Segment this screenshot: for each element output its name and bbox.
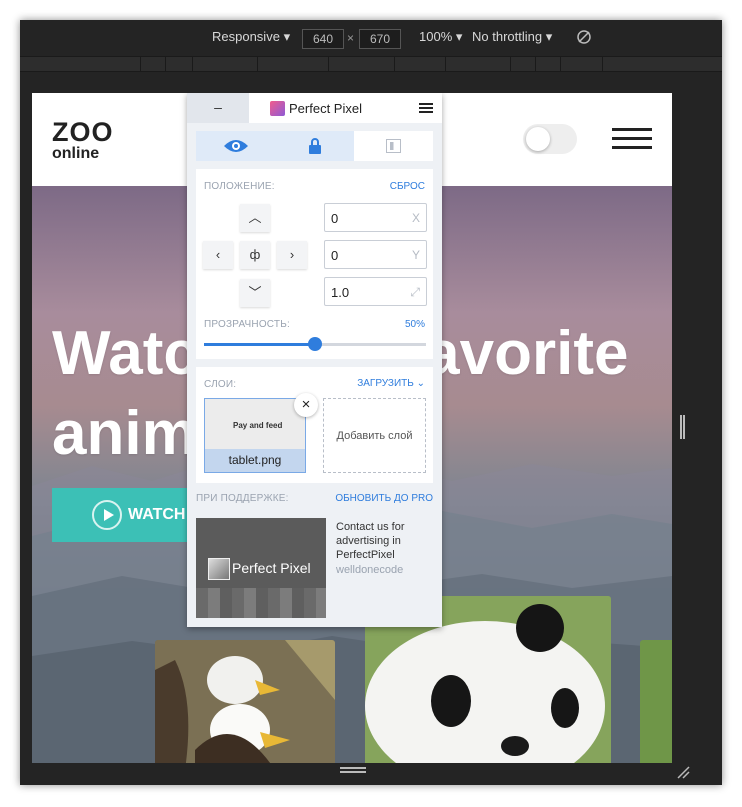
toggle-knob <box>526 127 550 151</box>
dropdown-icon: ▾ <box>283 29 291 44</box>
pp-header: – Perfect Pixel <box>187 93 442 123</box>
center-button[interactable]: ф <box>240 241 270 269</box>
hamburger-menu-icon[interactable] <box>612 128 652 150</box>
width-input[interactable]: 640 <box>302 29 344 49</box>
zoom-label: 100% <box>419 29 453 44</box>
layer-item[interactable]: Pay and feed tablet.png <box>204 398 306 473</box>
position-section: ПОЛОЖЕНИЕ: СБРОС ︿ ‹ ф › ﹀ 0 X 0 Y 1.0 ⤢ <box>196 169 433 359</box>
layer-thumbnail: Pay and feed <box>205 399 305 449</box>
theme-toggle[interactable] <box>523 124 577 154</box>
height-input[interactable]: 670 <box>359 29 401 49</box>
opacity-value: 50% <box>404 319 425 330</box>
x-offset-input[interactable]: 0 X <box>324 203 427 232</box>
lock-tab[interactable] <box>275 131 354 161</box>
y-suffix: Y <box>411 248 420 262</box>
viewport-resize-handle-bottom[interactable] <box>340 767 366 773</box>
layer-thumb-title: Pay and feed <box>233 421 283 430</box>
watch-label: WATCH <box>128 506 186 523</box>
chevron-down-icon: ﹀ <box>248 285 262 300</box>
resize-icon: ⤢ <box>410 285 420 299</box>
center-symbol: ф <box>249 247 261 262</box>
play-icon <box>92 500 122 530</box>
resize-corner-icon[interactable] <box>676 765 690 779</box>
add-layer-button[interactable]: Добавить слой <box>323 398 426 473</box>
layers-label: СЛОИ: <box>204 379 237 390</box>
throttle-select[interactable]: No throttling ▾ <box>472 29 552 45</box>
eagle-card[interactable] <box>155 640 335 763</box>
sponsor-ad-image[interactable]: Perfect Pixel <box>196 518 326 618</box>
chevron-left-icon: ‹ <box>215 247 221 262</box>
move-up-button[interactable]: ︿ <box>240 204 270 232</box>
page-viewport: ZOO online Watch your favorite animals W… <box>32 93 672 763</box>
invert-tab[interactable] <box>354 131 433 161</box>
opacity-slider-fill <box>204 343 315 346</box>
logo-online: online <box>52 145 100 162</box>
menu-icon[interactable] <box>419 103 433 114</box>
position-label: ПОЛОЖЕНИЕ: <box>204 181 275 192</box>
lock-icon <box>309 138 321 154</box>
sponsor-section: ПРИ ПОДДЕРЖКЕ: ОБНОВИТЬ ДО PRO Perfect P… <box>196 493 433 618</box>
times-sign: × <box>347 31 355 45</box>
eye-icon <box>224 140 248 152</box>
throttle-label: No throttling <box>472 29 543 44</box>
ad-title: Perfect Pixel <box>232 560 311 576</box>
y-value: 0 <box>331 248 339 263</box>
dropdown-icon: ▾ <box>545 29 553 44</box>
viewport-resize-handle-right[interactable] <box>680 415 685 439</box>
layer-name: tablet.png <box>205 449 305 472</box>
side-card[interactable] <box>640 640 672 763</box>
upgrade-link[interactable]: ОБНОВИТЬ ДО PRO <box>335 493 433 504</box>
visibility-tab[interactable] <box>196 131 275 161</box>
x-value: 0 <box>331 211 339 226</box>
perfect-pixel-logo-icon <box>208 558 230 580</box>
device-toolbar: Responsive ▾ 640 × 670 100% ▾ No throttl… <box>20 20 722 56</box>
opacity-label: ПРОЗРАЧНОСТЬ: <box>204 319 290 330</box>
logo-zoo[interactable]: ZOO <box>52 117 114 148</box>
perfect-pixel-panel: – Perfect Pixel ПОЛОЖЕНИЕ: СБРОС ︿ ‹ ф ›… <box>187 93 442 627</box>
opacity-slider-knob[interactable] <box>308 337 322 351</box>
chevron-right-icon: › <box>289 247 295 262</box>
x-suffix: X <box>411 211 420 225</box>
chevron-down-icon: ⌄ <box>416 378 425 389</box>
minimize-button[interactable]: – <box>187 93 249 123</box>
ad-brand[interactable]: welldonecode <box>336 564 403 576</box>
y-offset-input[interactable]: 0 Y <box>324 240 427 269</box>
dropdown-icon: ▾ <box>455 29 463 44</box>
support-label: ПРИ ПОДДЕРЖКЕ: <box>196 493 289 504</box>
invert-icon <box>386 139 401 153</box>
remove-layer-close-icon[interactable]: × <box>294 393 318 417</box>
perfect-pixel-logo-icon <box>270 101 285 116</box>
move-down-button[interactable]: ﹀ <box>240 279 270 307</box>
layers-section: СЛОИ: ЗАГРУЗИТЬ ⌄ Pay and feed tablet.pn… <box>196 367 433 483</box>
device-select[interactable]: Responsive ▾ <box>212 29 290 45</box>
eagle-image <box>155 640 335 763</box>
scale-value: 1.0 <box>331 285 350 300</box>
move-right-button[interactable]: › <box>277 241 307 269</box>
media-query-bar[interactable] <box>20 56 722 72</box>
pp-title: Perfect Pixel <box>289 101 362 116</box>
pp-mode-tabs <box>196 131 433 161</box>
ad-text: Contact us for advertising in PerfectPix… <box>336 521 405 561</box>
ad-pixel-pattern <box>196 588 326 618</box>
upload-label: ЗАГРУЗИТЬ <box>357 378 414 389</box>
upload-button[interactable]: ЗАГРУЗИТЬ ⌄ <box>357 378 425 389</box>
opacity-slider[interactable] <box>204 337 426 351</box>
rotate-icon[interactable] <box>576 29 592 48</box>
move-left-button[interactable]: ‹ <box>203 241 233 269</box>
devtools-window: Responsive ▾ 640 × 670 100% ▾ No throttl… <box>20 20 722 785</box>
device-label: Responsive <box>212 29 280 44</box>
zoom-select[interactable]: 100% ▾ <box>419 29 462 45</box>
scale-input[interactable]: 1.0 ⤢ <box>324 277 427 306</box>
chevron-up-icon: ︿ <box>248 210 262 225</box>
reset-link[interactable]: СБРОС <box>390 181 425 192</box>
